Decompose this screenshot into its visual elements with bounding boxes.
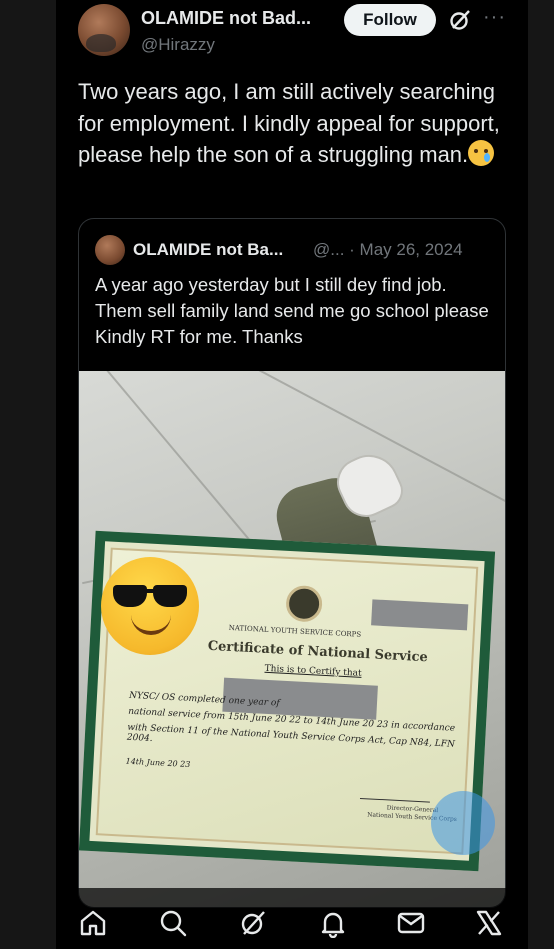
right-gutter <box>528 0 554 949</box>
tweet-image[interactable]: NATIONAL YOUTH SERVICE CORPS Certificate… <box>79 371 505 907</box>
grok-icon[interactable] <box>448 8 472 32</box>
tweet-body: Two years ago, I am still actively searc… <box>78 79 500 167</box>
signature <box>359 776 432 803</box>
certificate-corps: NATIONAL YOUTH SERVICE CORPS <box>228 623 362 639</box>
smile <box>131 615 171 635</box>
crying-face-icon <box>468 140 495 166</box>
tweet-text: Two years ago, I am still actively searc… <box>78 76 518 171</box>
sunglasses-bridge <box>141 589 159 593</box>
bottom-navigation <box>56 888 528 949</box>
quoted-tweet[interactable]: OLAMIDE not Ba... @... · May 26, 2024 A … <box>78 218 506 908</box>
certificate-title: Certificate of National Service <box>207 638 429 666</box>
grok-icon[interactable] <box>238 908 268 938</box>
tweet-view: OLAMIDE not Bad... @Hirazzy Follow ··· T… <box>56 0 528 949</box>
search-icon[interactable] <box>158 908 188 938</box>
more-options-icon[interactable]: ··· <box>483 6 507 30</box>
home-icon[interactable] <box>78 908 108 938</box>
certificate-subtitle: This is to Certify that <box>264 663 362 679</box>
quoted-author-handle: @... · May 26, 2024 <box>313 240 463 259</box>
nysc-logo-icon <box>285 584 324 623</box>
author-name[interactable]: OLAMIDE not Bad... <box>141 8 311 29</box>
messages-icon[interactable] <box>396 908 426 938</box>
quoted-author-name: OLAMIDE not Ba... <box>133 240 284 259</box>
follow-button[interactable]: Follow <box>344 4 436 36</box>
author-handle[interactable]: @Hirazzy <box>141 35 215 55</box>
left-gutter <box>0 0 56 949</box>
certificate-date: 14th June 20 23 <box>125 756 191 770</box>
notifications-icon[interactable] <box>318 908 348 938</box>
tweet-header: OLAMIDE not Bad... @Hirazzy Follow ··· <box>78 4 518 60</box>
redacted-serial <box>371 599 469 631</box>
quoted-avatar <box>95 235 125 265</box>
sunglasses-emoji-icon <box>101 557 199 655</box>
quoted-tweet-text: A year ago yesterday but I still dey fin… <box>95 274 489 347</box>
watermark-icon <box>431 791 495 855</box>
avatar[interactable] <box>78 4 130 56</box>
x-logo-icon[interactable] <box>474 908 504 938</box>
